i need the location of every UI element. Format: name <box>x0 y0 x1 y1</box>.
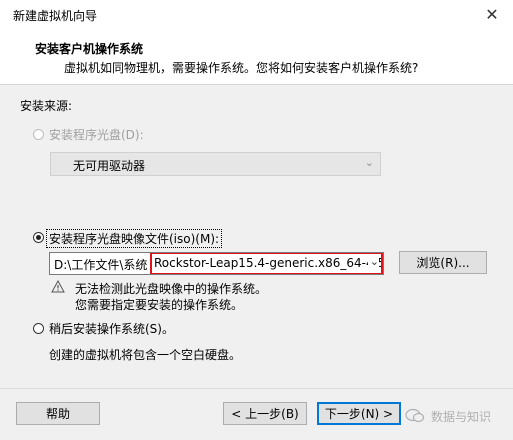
iso-radio-label: 安装程序光盘映像文件(iso)(M): <box>46 229 223 248</box>
disc-radio[interactable] <box>33 129 44 140</box>
drive-select-value: 无可用驱动器 <box>73 159 146 173</box>
page-subtitle: 虚拟机如同物理机，需要操作系统。您将如何安装客户机操作系统? <box>64 61 419 75</box>
disc-radio-label: 安装程序光盘(D): <box>49 128 144 142</box>
close-icon[interactable]: ✕ <box>481 3 503 25</box>
window-title: 新建虚拟机向导 <box>13 9 98 23</box>
chat-bubble-icon <box>405 408 425 423</box>
watermark-text: 数据与知识 <box>431 409 492 424</box>
next-button[interactable]: 下一步(N) > <box>317 402 401 425</box>
warning-icon <box>51 280 65 293</box>
watermark: 数据与知识 <box>405 404 510 428</box>
page-title: 安装客户机操作系统 <box>35 42 144 56</box>
install-later-radio[interactable] <box>33 323 44 334</box>
iso-radio[interactable] <box>33 232 44 243</box>
footer-divider <box>0 388 513 389</box>
wizard-header: 安装客户机操作系统 虚拟机如同物理机，需要操作系统。您将如何安装客户机操作系统? <box>0 30 513 85</box>
back-button[interactable]: < 上一步(B) <box>223 402 307 425</box>
title-bar: 新建虚拟机向导 ✕ <box>0 0 513 30</box>
install-source-label: 安装来源: <box>20 99 73 113</box>
iso-path-combobox[interactable]: D:\工作文件\系统 Rockstor-Leap15.4-generic.x86… <box>49 252 384 275</box>
warning-line-2: 您需要指定要安装的操作系统。 <box>75 298 244 312</box>
install-later-label: 稍后安装操作系统(S)。 <box>49 322 174 336</box>
drive-select[interactable]: 无可用驱动器 ⌄ <box>50 152 381 176</box>
chevron-down-icon: ⌄ <box>364 156 374 169</box>
iso-path-prefix: D:\工作文件\系统 <box>54 258 148 272</box>
help-button[interactable]: 帮助 <box>16 402 100 425</box>
warning-line-1: 无法检测此光盘映像中的操作系统。 <box>75 282 268 296</box>
chevron-down-icon[interactable]: ⌄ <box>367 255 379 268</box>
install-later-description: 创建的虚拟机将包含一个空白硬盘。 <box>49 348 242 362</box>
iso-path-filename: Rockstor-Leap15.4-generic.x86_64-4.5 <box>154 256 383 270</box>
iso-path-highlight[interactable]: Rockstor-Leap15.4-generic.x86_64-4.5 ⌄ <box>150 253 383 274</box>
browse-button[interactable]: 浏览(R)... <box>399 251 487 274</box>
